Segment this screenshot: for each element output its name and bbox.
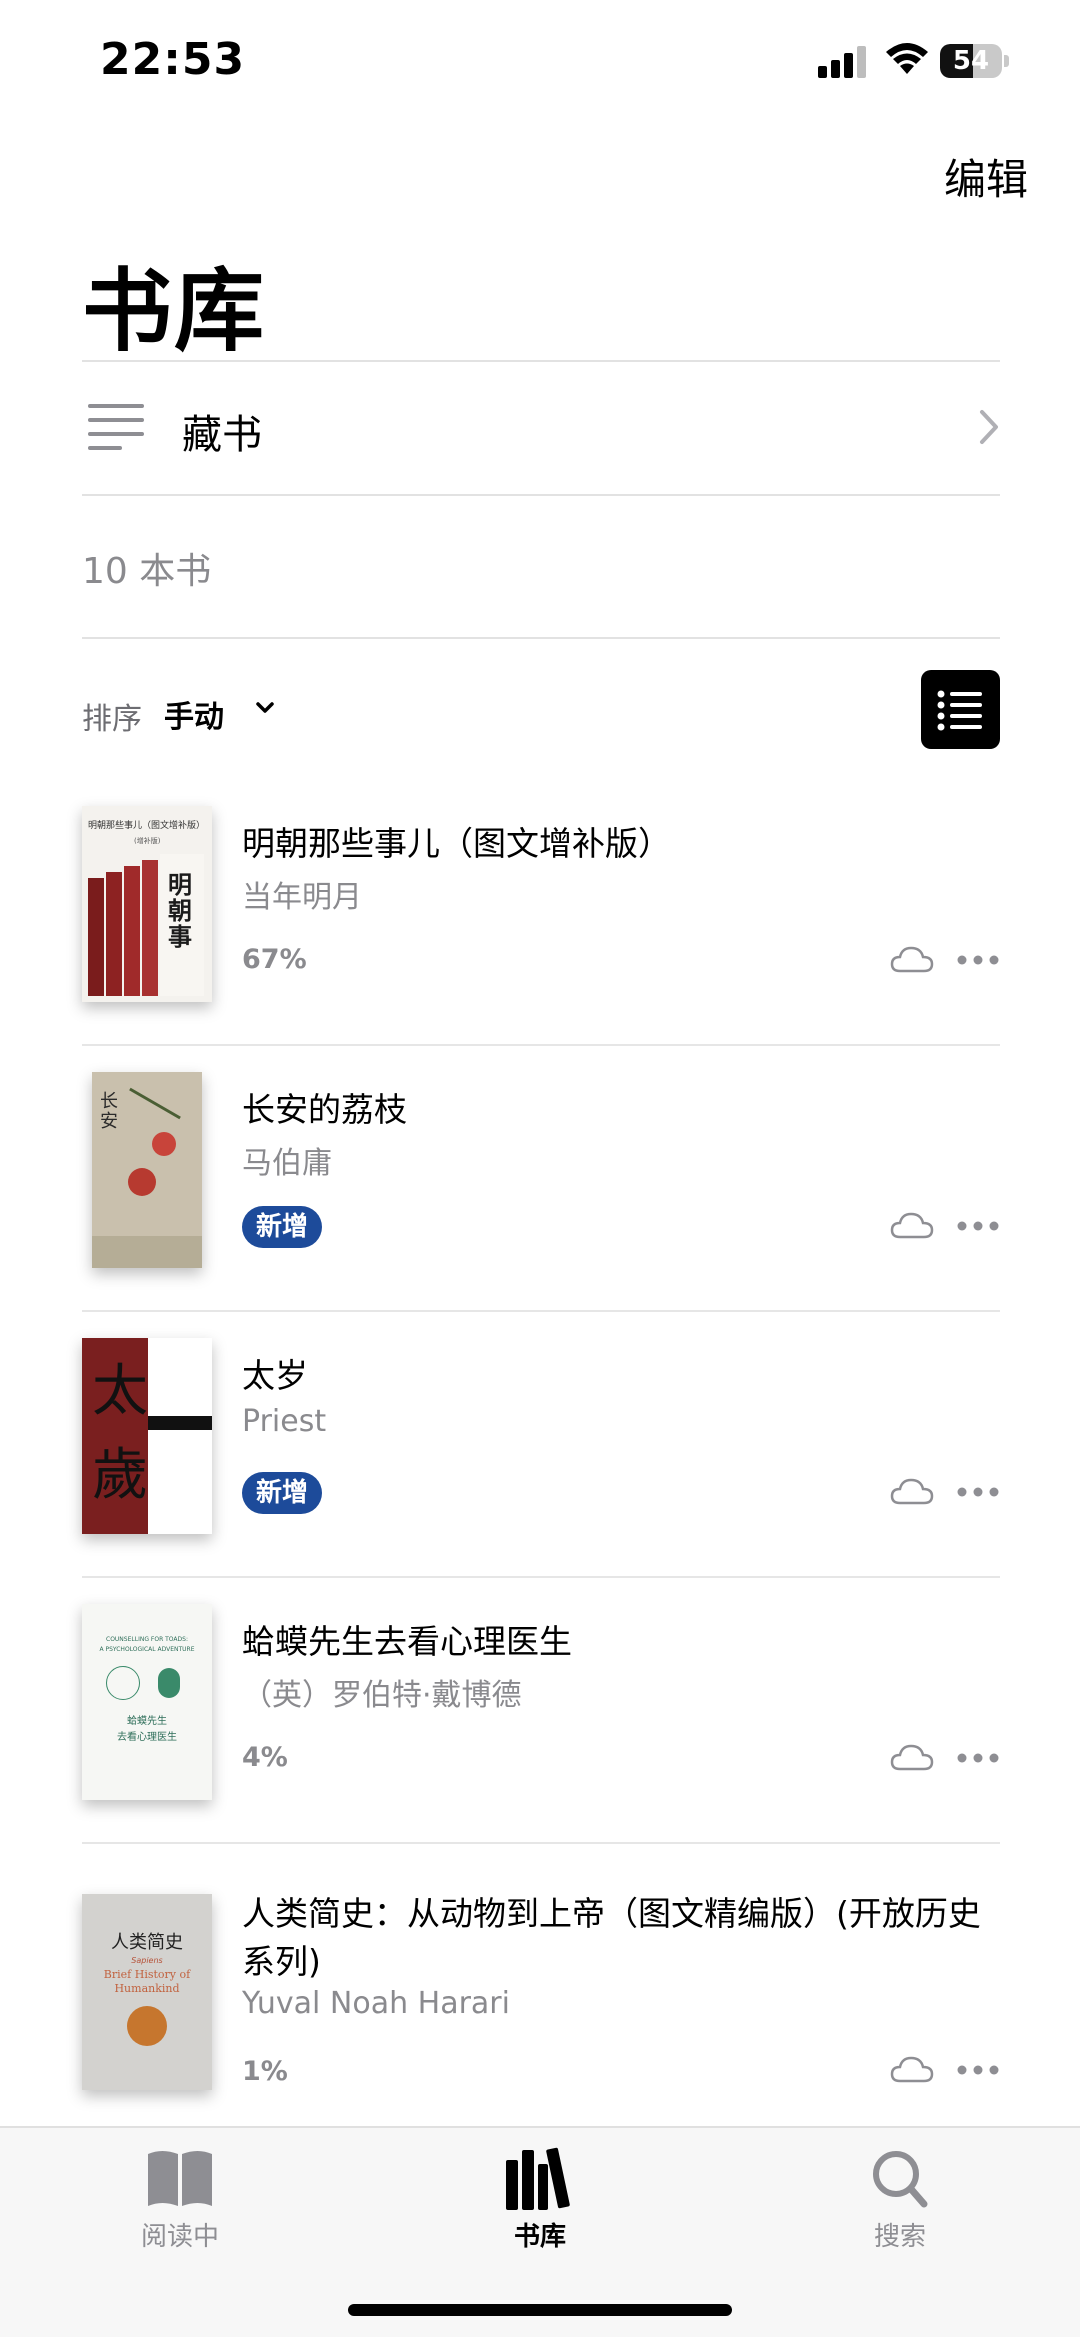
book-row[interactable]: 太歲 太岁 Priest 新增 (82, 1312, 1000, 1578)
cover-en-subtitle: Humankind (114, 1982, 180, 1995)
book-progress: 67% (242, 944, 307, 975)
cover-cn-subtitle: 去看心理医生 (117, 1732, 177, 1743)
list-view-toggle[interactable] (921, 670, 1000, 749)
book-cover[interactable]: COUNSELLING FOR TOADS: A PSYCHOLOGICAL A… (82, 1604, 212, 1800)
library-icon (506, 2147, 570, 2210)
chevron-right-icon (980, 410, 998, 444)
book-author: Priest (242, 1404, 327, 1439)
battery-level: 54 (952, 46, 990, 76)
book-author: Yuval Noah Harari (242, 1986, 510, 2021)
list-view-icon (937, 690, 982, 731)
wifi-icon (886, 43, 928, 74)
cover-en-subtitle: A PSYCHOLOGICAL ADVENTURE (99, 1646, 195, 1653)
book-title: 明朝那些事儿（图文增补版） (242, 824, 671, 863)
status-time: 22:53 (100, 34, 246, 85)
book-author: 马伯庸 (242, 1146, 332, 1181)
cover-heading: 明朝那些事儿（图文增补版） (88, 821, 206, 831)
tab-label: 搜索 (873, 2222, 926, 2252)
cloud-icon[interactable] (890, 2054, 934, 2084)
book-title: 人类简史：从动物到上帝（图文精编版）(开放历史系列) (242, 1894, 981, 1981)
tab-library[interactable]: 书库 (460, 2146, 620, 2253)
cellular-signal-icon (818, 46, 866, 78)
book-count: 10 本书 (82, 551, 212, 592)
divider (82, 637, 1000, 639)
cloud-icon[interactable] (890, 1742, 934, 1772)
book-title: 长安的荔枝 (242, 1090, 407, 1129)
battery-icon: 54 (940, 44, 1010, 78)
book-cover[interactable]: 长安 (92, 1072, 202, 1268)
book-author: 当年明月 (242, 880, 362, 915)
book-cover[interactable]: 太歲 (82, 1338, 212, 1534)
cloud-icon[interactable] (890, 1210, 934, 1240)
edit-button[interactable]: 编辑 (944, 146, 1028, 207)
tab-label: 书库 (513, 2222, 566, 2252)
sort-label: 排序 (82, 702, 142, 737)
book-cover[interactable]: 人类简史 Sapiens Brief History of Humankind (82, 1894, 212, 2090)
book-row[interactable]: 人类简史 Sapiens Brief History of Humankind … (82, 1844, 1000, 2110)
more-icon[interactable] (956, 1486, 1000, 1498)
book-progress: 1% (242, 2056, 288, 2087)
tab-reading-now[interactable]: 阅读中 (100, 2146, 260, 2253)
cover-en-title: Sapiens (131, 1956, 163, 1965)
book-cover[interactable]: 明朝那些事儿（图文增补版） (增补版) 明朝事 (82, 806, 212, 1002)
sort-dropdown[interactable]: 手动 (164, 692, 224, 736)
more-icon[interactable] (956, 954, 1000, 966)
home-indicator (348, 2304, 732, 2316)
cover-subheading: (增补版) (134, 837, 161, 845)
cloud-icon[interactable] (890, 944, 934, 974)
more-icon[interactable] (956, 1752, 1000, 1764)
page-title: 书库 (82, 259, 266, 364)
book-row[interactable]: 明朝那些事儿（图文增补版） (增补版) 明朝事 明朝那些事儿（图文增补版） 当年… (82, 780, 1000, 1046)
divider (82, 494, 1000, 496)
cover-cn-title: 蛤蟆先生 (127, 1716, 167, 1727)
book-author: （英）罗伯特·戴博德 (242, 1678, 522, 1713)
tab-label: 阅读中 (140, 2222, 219, 2252)
collection-row[interactable]: 藏书 (82, 362, 1000, 494)
book-row[interactable]: 长安 长安的荔枝 马伯庸 新增 (82, 1046, 1000, 1312)
search-icon (873, 2151, 928, 2208)
cover-en-subtitle: Brief History of (103, 1968, 191, 1981)
new-badge: 新增 (242, 1472, 323, 1514)
list-icon (88, 404, 144, 450)
more-icon[interactable] (956, 1220, 1000, 1232)
book-title: 蛤蟆先生去看心理医生 (242, 1622, 572, 1661)
more-icon[interactable] (956, 2064, 1000, 2076)
book-progress: 4% (242, 1742, 288, 1773)
book-title: 太岁 (242, 1356, 308, 1395)
cover-en-title: COUNSELLING FOR TOADS: (106, 1636, 188, 1643)
cover-cn-title: 人类简史 (111, 1932, 183, 1953)
new-badge: 新增 (242, 1206, 323, 1248)
tab-search[interactable]: 搜索 (820, 2146, 980, 2253)
chevron-down-icon[interactable] (254, 700, 276, 716)
cloud-icon[interactable] (890, 1476, 934, 1506)
collection-label: 藏书 (182, 412, 262, 458)
book-row[interactable]: COUNSELLING FOR TOADS: A PSYCHOLOGICAL A… (82, 1578, 1000, 1844)
status-bar: 22:53 54 (0, 0, 1080, 120)
book-open-icon (148, 2151, 212, 2206)
